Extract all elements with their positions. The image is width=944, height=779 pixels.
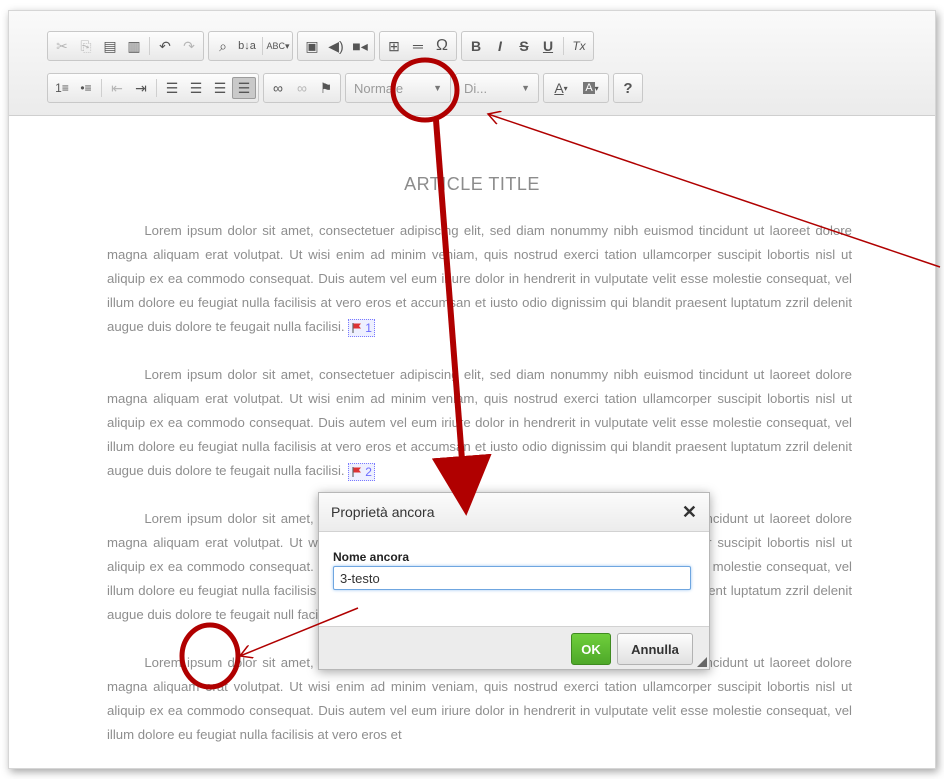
flag-icon [352,322,362,333]
toolbar-separator [156,79,157,97]
paragraph-end: nulla facilisi. [273,463,345,479]
bulleted-list-icon[interactable]: •≡ [74,77,98,99]
paragraph-text: Lorem ipsum dolor sit amet, consectetuer… [107,367,852,479]
undo-icon[interactable]: ↶ [153,35,177,57]
toolbar-separator [262,37,263,55]
align-right-icon[interactable]: ☰ [208,77,232,99]
help-group: ? [613,73,643,103]
align-left-icon[interactable]: ☰ [160,77,184,99]
color-group: A ▾ A ▾ [543,73,609,103]
format-combo-value: Normale [354,80,404,96]
find-icon[interactable]: ⌕ [211,35,235,57]
anchor-number: 2 [365,464,372,479]
replace-icon[interactable]: b↓a [235,35,259,57]
numbered-list-icon[interactable]: 1≡ [50,77,74,99]
indent-icon[interactable]: ⇥ [129,77,153,99]
align-justify-icon[interactable]: ☰ [232,77,256,99]
toolbar-separator [101,79,102,97]
copy-icon[interactable]: ⎘ [74,35,98,57]
size-combo-value: Di... [464,80,488,96]
redo-icon[interactable]: ↷ [177,35,201,57]
dialog-header[interactable]: Proprietà ancora ✕ [319,493,709,532]
editor-toolbar: ✂ ⎘ ▤ ▥ ↶ ↷ ⌕ b↓a ABC▾ ▣ ◀) ■◂ ⊞ ═ Ω B I… [9,11,935,116]
text-color-icon[interactable]: A ▾ [546,77,576,99]
spellcheck-icon[interactable]: ABC▾ [266,35,290,57]
size-combo-field[interactable]: Di... ▼ [458,77,536,99]
anchor-marker[interactable]: 1 [348,318,375,337]
size-combo[interactable]: Di... ▼ [455,73,539,103]
paragraph-text: Lorem ipsum dolor sit amet, consectetuer… [107,223,852,335]
outdent-icon[interactable]: ⇤ [105,77,129,99]
editor-content[interactable]: ARTICLE TITLE Lorem ipsum dolor sit amet… [9,116,935,768]
format-combo[interactable]: Normale ▼ [345,73,451,103]
article-title: ARTICLE TITLE [404,174,540,194]
special-char-icon[interactable]: Ω [430,35,454,57]
toolbar-row-1: ✂ ⎘ ▤ ▥ ↶ ↷ ⌕ b↓a ABC▾ ▣ ◀) ■◂ ⊞ ═ Ω B I… [47,31,594,61]
chevron-down-icon: ▼ [521,83,530,93]
align-center-icon[interactable]: ☰ [184,77,208,99]
audio-icon[interactable]: ◀) [324,35,348,57]
dialog-body: Nome ancora [319,532,709,590]
underline-icon[interactable]: U [536,35,560,57]
horizontal-rule-icon[interactable]: ═ [406,35,430,57]
dialog-title: Proprietà ancora [331,504,435,520]
anchor-properties-dialog: Proprietà ancora ✕ Nome ancora OK Annull… [318,492,710,670]
anchor-marker[interactable]: 2 [348,462,375,481]
paste-icon[interactable]: ▤ [98,35,122,57]
resize-grip-icon[interactable] [697,657,707,667]
toolbar-separator [149,37,150,55]
insert-group: ⊞ ═ Ω [379,31,457,61]
bold-icon[interactable]: B [464,35,488,57]
toolbar-separator [563,37,564,55]
strike-icon[interactable]: S [512,35,536,57]
cut-icon[interactable]: ✂ [50,35,74,57]
toolbar-row-2: 1≡ •≡ ⇤ ⇥ ☰ ☰ ☰ ☰ ∞ ∞ ⚑ Normale ▼ Di... … [47,73,643,103]
paragraph-end: nulla facilisi. [273,319,345,335]
background-color-icon[interactable]: A ▾ [576,77,606,99]
article-paragraph: Lorem ipsum dolor sit amet, consectetuer… [107,363,852,483]
anchor-name-input[interactable] [333,566,691,590]
close-icon[interactable]: ✕ [682,502,697,523]
list-group: 1≡ •≡ ⇤ ⇥ ☰ ☰ ☰ ☰ [47,73,259,103]
flag-icon [352,466,362,477]
italic-icon[interactable]: I [488,35,512,57]
article-paragraph: Lorem ipsum dolor sit amet, consectetuer… [107,219,852,339]
clipboard-group: ✂ ⎘ ▤ ▥ ↶ ↷ [47,31,204,61]
anchor-number: 1 [365,320,372,335]
anchor-name-label: Nome ancora [333,550,410,564]
media-group: ▣ ◀) ■◂ [297,31,375,61]
ok-button[interactable]: OK [571,633,611,665]
find-group: ⌕ b↓a ABC▾ [208,31,293,61]
unlink-icon[interactable]: ∞ [290,77,314,99]
background-color-label: A [583,82,595,94]
help-icon[interactable]: ? [616,77,640,99]
image-icon[interactable]: ▣ [300,35,324,57]
table-icon[interactable]: ⊞ [382,35,406,57]
paste-text-icon[interactable]: ▥ [122,35,146,57]
format-combo-field[interactable]: Normale ▼ [348,77,448,99]
link-icon[interactable]: ∞ [266,77,290,99]
dialog-footer: OK Annulla [319,626,709,669]
anchor-flag-icon[interactable]: ⚑ [314,77,338,99]
chevron-down-icon: ▼ [433,83,442,93]
link-group: ∞ ∞ ⚑ [263,73,341,103]
text-color-label: A [554,80,564,96]
remove-format-icon[interactable]: Tx [567,35,591,57]
cancel-button[interactable]: Annulla [617,633,693,665]
style-group: B I S U Tx [461,31,594,61]
video-icon[interactable]: ■◂ [348,35,372,57]
